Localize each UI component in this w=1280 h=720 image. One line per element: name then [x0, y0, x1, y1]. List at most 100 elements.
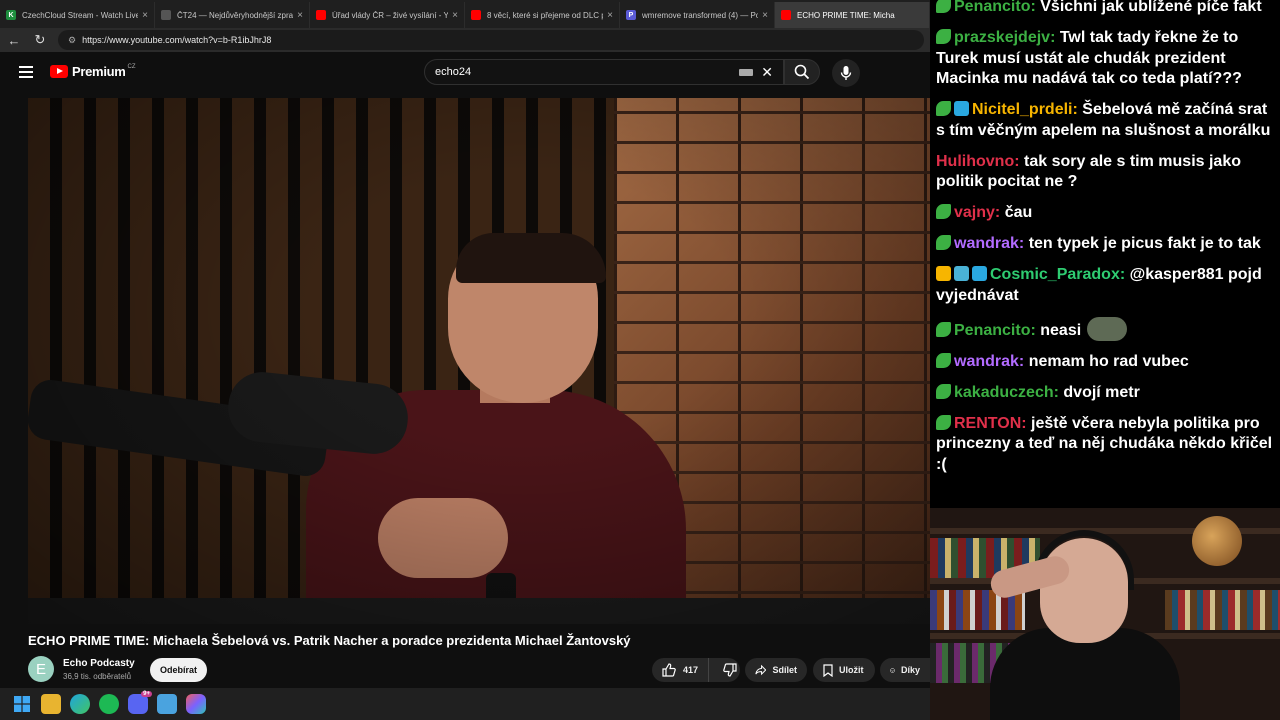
chat-separator: :: [1018, 235, 1029, 252]
chat-message: Penancito: neasi: [936, 316, 1274, 342]
close-tab-icon[interactable]: ×: [607, 10, 613, 21]
dislike-button[interactable]: [715, 658, 745, 682]
chat-username[interactable]: RENTON: [954, 415, 1021, 432]
chat-username[interactable]: kakaduczech: [954, 384, 1054, 401]
chat-message: RENTON: ještě včera nebyla politika pro …: [936, 414, 1274, 476]
leaf-badge-icon: [936, 414, 951, 430]
tab-title: wmremove transformed (4) — Poe: [642, 10, 759, 20]
browser-tab[interactable]: Úřad vlády ČR – živé vysílání - You ×: [310, 2, 465, 28]
close-tab-icon[interactable]: ×: [142, 10, 148, 21]
subscribe-button[interactable]: Odebírat: [150, 658, 207, 682]
leaf-badge-icon: [936, 0, 951, 13]
back-arrow-icon[interactable]: ←: [6, 32, 22, 48]
file-explorer-icon[interactable]: [41, 694, 61, 714]
notepad-icon[interactable]: [157, 694, 177, 714]
close-tab-icon[interactable]: ×: [762, 10, 768, 21]
video-player[interactable]: [28, 98, 930, 624]
chat-text: dvojí metr: [1063, 383, 1140, 401]
reload-icon[interactable]: ↻: [32, 32, 48, 48]
crown-badge-icon: [936, 266, 951, 281]
chat-message: Cosmic_Paradox: @kasper881 pojd vyjednáv…: [936, 265, 1274, 306]
leaf-badge-icon: [936, 321, 951, 337]
chat-username[interactable]: Cosmic_Paradox: [990, 266, 1120, 283]
screen: K CzechCloud Stream - Watch Live o × ČT24 —…: [0, 0, 1280, 720]
windows-logo-icon: [14, 696, 30, 712]
chat-separator: :: [1030, 321, 1041, 339]
video-vignette: [28, 98, 930, 624]
save-button[interactable]: Uložit: [813, 658, 875, 682]
chat-username[interactable]: Nicitel_prdeli: [972, 101, 1072, 118]
browser-tab-strip: K CzechCloud Stream - Watch Live o × ČT24 —…: [0, 0, 930, 28]
browser-tab[interactable]: 8 věcí, které si přejeme od DLC pro ×: [465, 2, 620, 28]
leaf-badge-icon: [936, 204, 951, 219]
url-text: https://www.youtube.com/watch?v=b-R1ibJh…: [82, 35, 272, 45]
chat-username[interactable]: prazskejdejv: [954, 29, 1050, 46]
keyboard-icon[interactable]: [739, 68, 754, 76]
site-info-icon[interactable]: ⚙: [68, 35, 76, 46]
browser-tab[interactable]: ECHO PRIME TIME: Micha: [775, 2, 930, 28]
tab-favicon-icon: [471, 10, 481, 20]
browser-tab[interactable]: Pwmremove transformed (4) — Poe ×: [620, 2, 775, 28]
url-field[interactable]: ⚙ https://www.youtube.com/watch?v=b-R1ib…: [58, 30, 924, 50]
chat-separator: :: [994, 204, 1005, 221]
discord-icon[interactable]: 9+: [128, 691, 152, 714]
tab-favicon-icon: P: [626, 10, 636, 20]
leaf-badge-icon: [936, 29, 951, 44]
leaf-badge-icon: [936, 352, 951, 368]
browser-tab[interactable]: K CzechCloud Stream - Watch Live o ×: [0, 2, 155, 28]
tab-title: Úřad vlády ČR – živé vysílání - You: [332, 10, 449, 20]
chat-text: neasi: [1040, 321, 1082, 339]
chat-username[interactable]: wandrak: [954, 235, 1019, 252]
channel-name[interactable]: Echo Podcasty: [63, 658, 135, 669]
leaf-badge-icon: [936, 383, 951, 399]
windows-taskbar: 9+: [0, 688, 930, 720]
chat-text: čau: [1004, 204, 1033, 221]
chat-message: Nicitel_prdeli: Šebelová mě začíná srat …: [936, 100, 1274, 141]
browser-address-bar: ← ↻ ⚙ https://www.youtube.com/watch?v=b-…: [0, 28, 930, 52]
chat-username[interactable]: vajny: [954, 204, 995, 221]
close-tab-icon[interactable]: ×: [452, 10, 458, 21]
search-button[interactable]: [784, 59, 820, 85]
search-input[interactable]: [435, 66, 740, 78]
cube-badge-icon: [972, 266, 987, 281]
browser-tab[interactable]: ČT24 — Nejdůvěryhodnější zpravo ×: [155, 2, 310, 28]
close-tab-icon[interactable]: ×: [297, 10, 303, 21]
chat-separator: :: [1021, 414, 1032, 432]
like-button[interactable]: 417: [652, 658, 710, 682]
chat-message: kakaduczech: dvojí metr: [936, 383, 1274, 404]
chat-username[interactable]: wandrak: [954, 353, 1019, 370]
chat-separator: :: [1050, 29, 1060, 46]
tab-title: ČT24 — Nejdůvěryhodnější zpravo: [177, 10, 294, 20]
copilot-icon[interactable]: [186, 694, 206, 714]
tab-title: 8 věcí, které si přejeme od DLC pro: [487, 10, 604, 20]
menu-icon[interactable]: [19, 66, 33, 78]
leaf-badge-icon: [936, 101, 951, 116]
share-button[interactable]: Sdílet: [745, 658, 807, 682]
windows-start-icon[interactable]: [12, 694, 32, 714]
edge-browser-icon[interactable]: [70, 694, 90, 714]
youtube-header: Premium CZ ✕: [0, 52, 930, 92]
chat-username[interactable]: Penancito: [954, 0, 1030, 15]
microphone-icon: [840, 66, 852, 80]
clear-search-icon[interactable]: ✕: [761, 64, 773, 81]
thanks-label: Díky: [900, 665, 920, 675]
chat-username[interactable]: Penancito: [954, 322, 1030, 339]
search-box: ✕: [424, 59, 784, 85]
globe: [1192, 516, 1242, 566]
channel-avatar[interactable]: E: [28, 656, 54, 682]
chat-text: Všichni jak ublížené píče fakt: [1040, 0, 1262, 15]
stream-chat: Penancito: Všichni jak ublížené píče fak…: [930, 0, 1280, 508]
spotify-icon[interactable]: [99, 694, 119, 714]
super-thanks-icon: [890, 667, 895, 673]
voice-search-button[interactable]: [832, 59, 860, 87]
thumbs-up-icon: [662, 663, 676, 677]
leaf-badge-icon: [936, 235, 951, 250]
thanks-button[interactable]: Díky: [880, 658, 930, 682]
chat-separator: :: [1119, 266, 1130, 283]
discord-notification-badge: 9+: [141, 691, 152, 697]
chat-separator: :: [1072, 101, 1083, 118]
youtube-premium-logo[interactable]: Premium CZ: [50, 64, 136, 79]
like-count: 417: [683, 665, 699, 675]
chat-username[interactable]: Hulihovno: [936, 153, 1014, 170]
chat-message: Penancito: Všichni jak ublížené píče fak…: [936, 0, 1274, 18]
